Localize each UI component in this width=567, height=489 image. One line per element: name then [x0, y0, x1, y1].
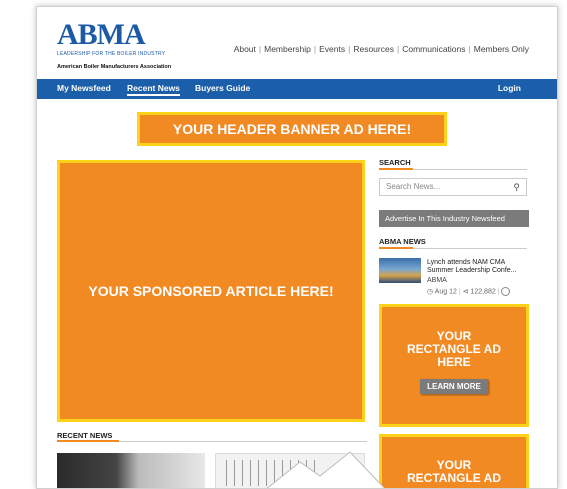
logo-subtitle: American Boiler Manufacturers Associatio…: [57, 64, 172, 70]
page-curl-decoration: [266, 451, 385, 488]
top-link-about[interactable]: About: [234, 44, 256, 54]
rectangle-ad-1[interactable]: YOUR RECTANGLE AD HERE LEARN MORE: [379, 304, 529, 427]
recent-news-divider: [57, 440, 367, 442]
top-link-communications[interactable]: Communications: [402, 44, 465, 54]
search-placeholder: Search News...: [386, 182, 441, 191]
top-link-events[interactable]: Events: [319, 44, 345, 54]
news-item-date: Aug 12: [434, 288, 457, 296]
learn-more-button[interactable]: LEARN MORE: [420, 379, 488, 394]
top-link-resources[interactable]: Resources: [353, 44, 394, 54]
recent-news-heading: RECENT NEWS: [57, 431, 113, 440]
search-input[interactable]: Search News... ⚲: [379, 178, 527, 196]
nav-my-newsfeed[interactable]: My Newsfeed: [57, 83, 111, 93]
advertise-button[interactable]: Advertise In This Industry Newsfeed: [379, 210, 529, 227]
share-icon: ⊲: [462, 288, 469, 296]
rect-ad-1-line3: HERE: [437, 355, 471, 369]
nav-login[interactable]: Login: [498, 83, 521, 93]
logo-wordmark: ABMA: [57, 18, 146, 51]
abma-news-heading: ABMA NEWS: [379, 237, 426, 246]
site-header: ABMA LEADERSHIP FOR THE BOILER INDUSTRY …: [37, 7, 557, 77]
news-item-thumbnail[interactable]: [379, 258, 421, 283]
news-item-source: ABMA: [427, 277, 447, 284]
abma-news-divider: [379, 247, 527, 249]
news-thumbnail-1[interactable]: [57, 453, 205, 488]
rectangle-ad-2[interactable]: YOUR RECTANGLE AD: [379, 434, 529, 488]
rect-ad-2-line2: RECTANGLE AD: [407, 471, 501, 485]
header-banner-ad[interactable]: YOUR HEADER BANNER AD HERE!: [137, 112, 447, 146]
news-item-meta: ◷ Aug 12 | ⊲ 122,882 |: [427, 287, 511, 296]
search-divider: [379, 168, 527, 170]
logo-tagline: LEADERSHIP FOR THE BOILER INDUSTRY: [57, 51, 166, 57]
news-item-headline[interactable]: Lynch attends NAM CMA Summer Leadership …: [427, 259, 527, 275]
nav-buyers-guide[interactable]: Buyers Guide: [195, 83, 250, 93]
nav-recent-news[interactable]: Recent News: [127, 83, 180, 96]
top-links: About | Membership | Events | Resources | Commun…: [233, 44, 529, 54]
sponsored-article-ad[interactable]: YOUR SPONSORED ARTICLE HERE!: [57, 160, 365, 422]
abma-logo[interactable]: ABMA LEADERSHIP FOR THE BOILER INDUSTRY: [57, 18, 166, 58]
main-nav: My Newsfeed Recent News Buyers Guide Log…: [37, 79, 557, 99]
news-item-shares: 122,882: [470, 288, 496, 296]
clock-icon: ◷: [427, 288, 434, 296]
top-link-members-only[interactable]: Members Only: [474, 44, 529, 54]
search-heading: SEARCH: [379, 158, 411, 167]
top-link-membership[interactable]: Membership: [264, 44, 311, 54]
more-icon[interactable]: [501, 287, 511, 296]
page-frame: ABMA LEADERSHIP FOR THE BOILER INDUSTRY …: [36, 6, 558, 489]
search-icon[interactable]: ⚲: [513, 179, 520, 195]
